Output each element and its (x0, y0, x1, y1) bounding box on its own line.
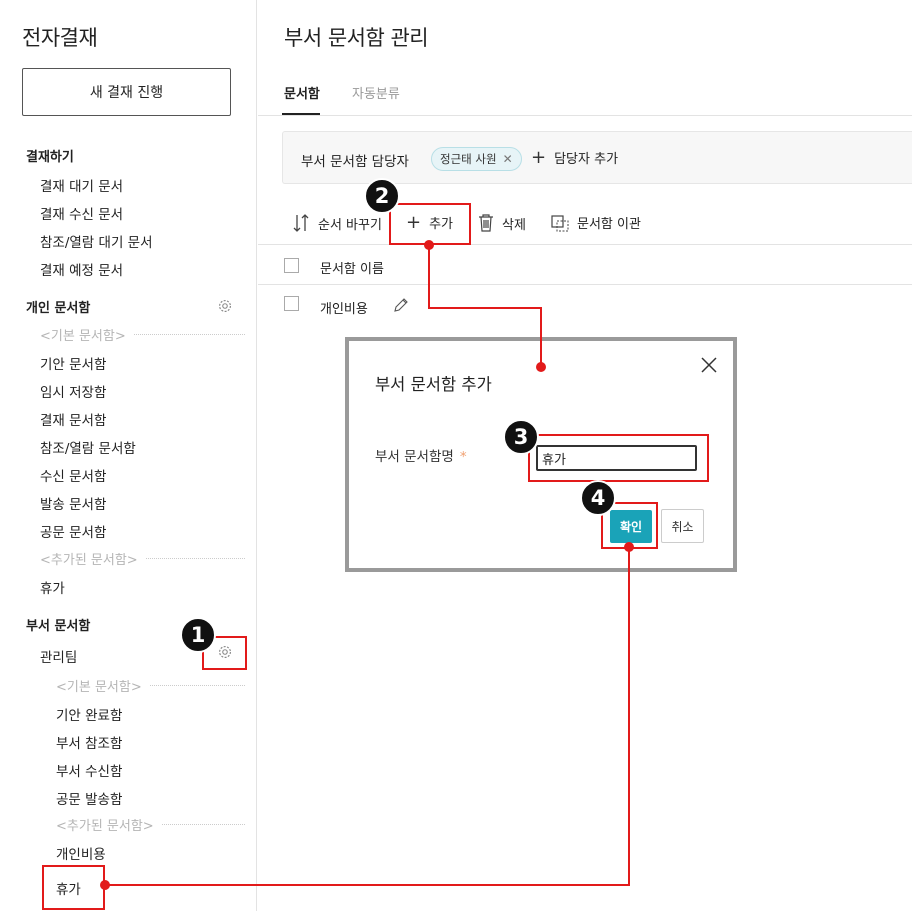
step-badge-2: 2 (364, 178, 400, 214)
tab-auto-classify[interactable]: 자동분류 (352, 83, 400, 102)
nav-item-draft-done[interactable]: 기안 완료함 (56, 704, 122, 724)
required-mark: * (459, 449, 467, 465)
manager-panel: 부서 문서함 담당자 정근태 사원 ✕ + 담당자 추가 (282, 131, 912, 184)
section-title-personal[interactable]: 개인 문서함 (26, 297, 90, 316)
transfer-icon (551, 214, 569, 231)
row-checkbox[interactable] (284, 296, 299, 311)
step-badge-3: 3 (503, 419, 539, 455)
personal-settings-gear-icon[interactable] (216, 297, 234, 315)
nav-item-inbox[interactable]: 수신 문서함 (40, 465, 106, 485)
nav-item-dept-official[interactable]: 공문 발송함 (56, 788, 122, 808)
step-badge-4: 4 (580, 480, 616, 516)
personal-basic-label: <기본 문서함> (40, 325, 245, 344)
step-badge-1: 1 (180, 617, 216, 653)
transfer-button[interactable]: 문서함 이관 (551, 213, 641, 232)
section-title-approve[interactable]: 결재하기 (26, 146, 74, 165)
pencil-icon[interactable] (393, 297, 409, 313)
nav-item-dept-personal-expense[interactable]: 개인비용 (56, 843, 106, 863)
select-all-checkbox[interactable] (284, 258, 299, 273)
department-added-label: <추가된 문서함> (56, 815, 245, 834)
sort-arrows-icon (293, 214, 309, 232)
nav-item-temp[interactable]: 임시 저장함 (40, 381, 106, 401)
delete-button[interactable]: 삭제 (478, 213, 526, 233)
confirm-button[interactable]: 확인 (610, 510, 652, 543)
personal-added-label: <추가된 문서함> (40, 549, 245, 568)
tab-active-indicator (282, 113, 320, 115)
list-header-name: 문서함 이름 (320, 262, 384, 277)
plus-icon: + (406, 211, 422, 233)
trash-icon (479, 214, 493, 232)
remove-manager-icon[interactable]: ✕ (503, 152, 513, 166)
app-title: 전자결재 (22, 26, 98, 50)
nav-item-official[interactable]: 공문 문서함 (40, 521, 106, 541)
add-folder-button[interactable]: + 추가 (406, 213, 453, 232)
cancel-button[interactable]: 취소 (661, 509, 704, 543)
nav-item-reference[interactable]: 참조/열람 대기 문서 (40, 231, 153, 251)
nav-item-draft[interactable]: 기안 문서함 (40, 353, 106, 373)
list-divider (258, 284, 912, 285)
nav-item-pending[interactable]: 결재 대기 문서 (40, 175, 123, 195)
folder-name-label: 부서 문서함명 * (375, 449, 467, 465)
close-icon[interactable] (699, 355, 719, 375)
nav-item-received[interactable]: 결재 수신 문서 (40, 203, 123, 223)
new-approval-button[interactable]: 새 결재 진행 (22, 68, 231, 116)
sidebar: 전자결재 새 결재 진행 결재하기 결재 대기 문서 결재 수신 문서 참조/열… (0, 0, 257, 911)
row-folder-name[interactable]: 개인비용 (320, 298, 368, 317)
add-folder-label: 추가 (429, 217, 454, 232)
folder-name-input[interactable] (536, 445, 697, 471)
nav-item-personal-vacation[interactable]: 휴가 (40, 577, 65, 597)
manager-label: 부서 문서함 담당자 (301, 154, 409, 170)
reorder-button[interactable]: 순서 바꾸기 (292, 213, 382, 233)
transfer-label: 문서함 이관 (577, 217, 641, 232)
nav-item-dept-inbox[interactable]: 부서 수신함 (56, 760, 122, 780)
manager-chip-name: 정근태 사원 (440, 152, 497, 166)
list-header: 문서함 이름 (258, 250, 912, 284)
section-title-department[interactable]: 부서 문서함 (26, 615, 90, 634)
dialog-title: 부서 문서함 추가 (375, 375, 492, 394)
add-manager-label: 담당자 추가 (554, 152, 619, 167)
manager-chip: 정근태 사원 ✕ (431, 147, 522, 171)
toolbar: 순서 바꾸기 + 추가 삭제 문서함 이관 (258, 205, 912, 245)
nav-item-ref-box[interactable]: 참조/열람 문서함 (40, 437, 136, 457)
add-folder-dialog: 부서 문서함 추가 부서 문서함명* 확인 취소 (349, 341, 733, 568)
nav-item-dept-vacation[interactable]: 휴가 (56, 878, 81, 898)
nav-item-scheduled[interactable]: 결재 예정 문서 (40, 259, 123, 279)
add-manager-button[interactable]: + 담당자 추가 (531, 148, 618, 167)
nav-item-team[interactable]: 관리팀 (40, 646, 77, 666)
nav-item-outbox[interactable]: 발송 문서함 (40, 493, 106, 513)
department-settings-gear-icon[interactable] (216, 643, 234, 661)
page-title: 부서 문서함 관리 (284, 26, 429, 50)
reorder-label: 순서 바꾸기 (318, 217, 382, 233)
tab-bar: 문서함 자동분류 (258, 80, 912, 116)
nav-item-dept-ref[interactable]: 부서 참조함 (56, 732, 122, 752)
department-basic-label: <기본 문서함> (56, 676, 245, 695)
nav-item-approval[interactable]: 결재 문서함 (40, 409, 106, 429)
delete-label: 삭제 (502, 217, 526, 233)
plus-icon: + (531, 146, 547, 168)
tab-folders[interactable]: 문서함 (284, 83, 320, 102)
